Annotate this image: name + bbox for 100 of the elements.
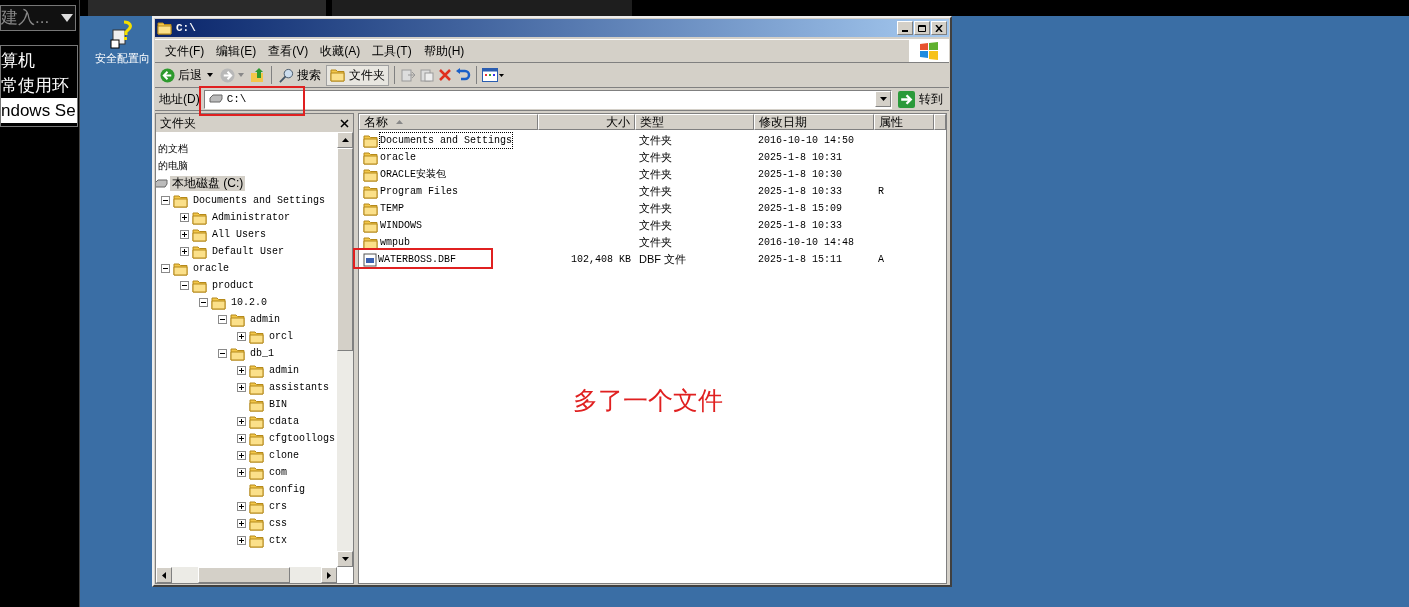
expand-icon[interactable] — [179, 230, 189, 239]
caret-icon[interactable] — [207, 73, 213, 77]
undo-icon[interactable] — [455, 67, 471, 83]
expand-icon[interactable] — [236, 366, 246, 375]
file-name[interactable]: ORACLE安装包 — [380, 167, 446, 182]
tree-item[interactable]: admin — [267, 363, 301, 378]
maximize-button[interactable] — [914, 21, 930, 35]
collapse-icon[interactable] — [198, 298, 208, 307]
tree-item[interactable]: oracle — [191, 261, 231, 276]
search-button[interactable]: 搜索 — [277, 65, 323, 85]
file-attributes: A — [878, 254, 884, 265]
expand-icon[interactable] — [236, 434, 246, 443]
tree-item[interactable]: clone — [267, 448, 301, 463]
folder-icon — [192, 278, 208, 293]
file-type: 文件夹 — [639, 185, 672, 197]
tree-item[interactable]: assistants — [267, 380, 331, 395]
scrollbar[interactable] — [337, 132, 353, 567]
expand-icon[interactable] — [236, 383, 246, 392]
tree-item[interactable]: All Users — [210, 227, 268, 242]
down-arrow-icon[interactable] — [341, 557, 349, 561]
file-name[interactable]: Program Files — [380, 184, 458, 199]
tree-item[interactable]: BIN — [267, 397, 289, 412]
column-header[interactable]: 类型 — [635, 114, 754, 130]
tree-item[interactable]: 的文档 — [156, 142, 190, 157]
file-name[interactable]: wmpub — [380, 235, 410, 250]
column-header[interactable]: 修改日期 — [754, 114, 874, 130]
tree-item[interactable]: Default User — [210, 244, 286, 259]
collapse-icon[interactable] — [160, 196, 170, 205]
expand-icon[interactable] — [236, 468, 246, 477]
folder-icon — [363, 167, 379, 182]
file-name[interactable]: TEMP — [380, 201, 404, 216]
expand-icon[interactable] — [236, 536, 246, 545]
folder-icon — [192, 227, 208, 242]
expand-icon[interactable] — [179, 213, 189, 222]
minimize-button[interactable] — [897, 21, 913, 35]
tree-item[interactable]: 10.2.0 — [229, 295, 269, 310]
tree-item[interactable]: 的电脑 — [156, 159, 190, 174]
list-item[interactable]: 常使用环 — [1, 73, 77, 98]
tree-item[interactable]: config — [267, 482, 307, 497]
search-dropdown[interactable]: 建入... — [0, 5, 76, 31]
caret-icon — [61, 14, 73, 22]
file-name[interactable]: WINDOWS — [380, 218, 422, 233]
menu-item[interactable]: 查看(V) — [262, 42, 315, 60]
menu-item[interactable]: 收藏(A) — [314, 42, 367, 60]
file-name[interactable]: WATERBOSS.DBF — [378, 252, 456, 267]
tree-item[interactable]: orcl — [267, 329, 295, 344]
file-type: 文件夹 — [639, 168, 672, 180]
tree-item[interactable]: cdata — [267, 414, 301, 429]
dropdown-button[interactable] — [875, 91, 891, 107]
modified-date: 2016-10-10 14:48 — [758, 237, 854, 248]
delete-icon[interactable] — [438, 68, 452, 82]
expand-icon[interactable] — [179, 247, 189, 256]
views-icon[interactable] — [482, 68, 504, 82]
shortcut-icon[interactable] — [109, 20, 135, 50]
back-button[interactable]: 后退 — [158, 65, 204, 85]
tree-item[interactable]: ctx — [267, 533, 289, 548]
column-header[interactable]: 属性 — [874, 114, 934, 130]
file-name[interactable]: Documents and Settings — [380, 133, 513, 148]
modified-date: 2016-10-10 14:50 — [758, 135, 854, 146]
left-arrow-icon[interactable] — [162, 571, 166, 579]
close-icon[interactable] — [340, 118, 349, 128]
tree-item[interactable]: db_1 — [248, 346, 276, 361]
collapse-icon[interactable] — [217, 349, 227, 358]
close-button[interactable] — [931, 21, 947, 35]
expand-icon[interactable] — [236, 519, 246, 528]
folder-icon — [249, 499, 265, 514]
list-item[interactable]: ndows Se — [1, 98, 77, 123]
list-item[interactable]: 算机 — [1, 48, 77, 73]
folders-button[interactable]: 文件夹 — [326, 64, 389, 86]
address-field[interactable]: C:\ — [203, 89, 892, 109]
tree-item[interactable]: product — [210, 278, 256, 293]
expand-icon[interactable] — [236, 502, 246, 511]
collapse-icon[interactable] — [160, 264, 170, 273]
scrollbar[interactable] — [156, 567, 337, 583]
menu-item[interactable]: 文件(F) — [159, 42, 211, 60]
expand-icon[interactable] — [236, 332, 246, 341]
tree-item[interactable]: cfgtoollogs — [267, 431, 337, 446]
menu-item[interactable]: 工具(T) — [366, 42, 418, 60]
go-button[interactable]: 转到 — [896, 90, 945, 108]
column-header[interactable]: 名称 — [359, 114, 538, 130]
menu-item[interactable]: 帮助(H) — [417, 42, 471, 60]
column-header[interactable]: 大小 — [538, 114, 635, 130]
file-name[interactable]: oracle — [380, 150, 416, 165]
menu-item[interactable]: 编辑(E) — [210, 42, 263, 60]
up-arrow-icon[interactable] — [341, 138, 349, 142]
right-arrow-icon[interactable] — [327, 571, 331, 579]
tree-item[interactable]: com — [267, 465, 289, 480]
tree-item[interactable]: css — [267, 516, 289, 531]
expand-icon[interactable] — [236, 451, 246, 460]
tree-item[interactable]: crs — [267, 499, 289, 514]
tree-item[interactable]: Documents and Settings — [191, 193, 328, 208]
collapse-icon[interactable] — [217, 315, 227, 324]
tree-item[interactable]: Administrator — [210, 210, 292, 225]
tree-item[interactable]: 本地磁盘 (C:) — [170, 176, 246, 191]
collapse-icon[interactable] — [179, 281, 189, 290]
modified-date: 2025-1-8 10:33 — [758, 186, 842, 197]
tree-item[interactable]: admin — [248, 312, 282, 327]
expand-icon[interactable] — [236, 417, 246, 426]
folder-icon — [249, 482, 265, 497]
file-type: 文件夹 — [639, 134, 672, 146]
